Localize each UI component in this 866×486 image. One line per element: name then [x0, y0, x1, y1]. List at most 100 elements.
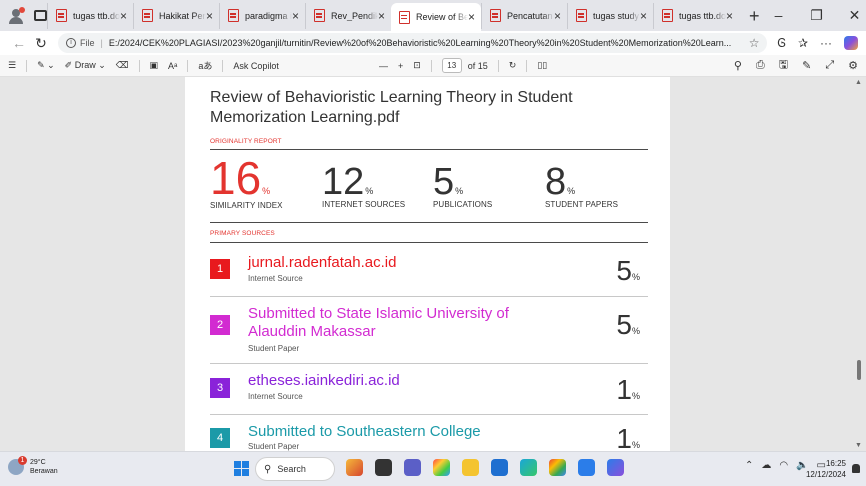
task-view-icon[interactable]: [375, 459, 392, 476]
settings-gear-icon[interactable]: ⚙: [848, 59, 858, 72]
scroll-up-arrow-icon[interactable]: ▲: [855, 79, 862, 86]
contents-icon[interactable]: ☰: [8, 60, 16, 71]
source-name-line1: Submitted to State Islamic University of: [248, 305, 509, 322]
address-bar[interactable]: i File | E:/2024/CEK%20PLAGIASI/2023%20g…: [58, 33, 768, 53]
date: 12/12/2024: [805, 470, 846, 479]
info-icon[interactable]: i: [66, 38, 76, 48]
browser-essentials-icon[interactable]: Ꮆ: [777, 36, 785, 51]
favorites-icon[interactable]: ✰: [798, 36, 808, 50]
taskbar-search[interactable]: ⚲ Search: [255, 457, 335, 481]
stat-percent: %: [455, 186, 464, 196]
page-number-input[interactable]: 13: [441, 58, 462, 73]
immersive-reader-icon[interactable]: aあ: [198, 59, 212, 72]
vertical-scrollbar[interactable]: ▲ ▼: [852, 77, 866, 451]
save-as-icon[interactable]: ✎: [802, 59, 811, 72]
tab-title: paradigma ilmu: [245, 10, 292, 21]
file-explorer-icon[interactable]: [462, 459, 479, 476]
erase-icon[interactable]: ⌫: [116, 60, 129, 71]
start-button[interactable]: [234, 461, 249, 476]
tab-title: Hakikat Pendidikan: [159, 10, 206, 21]
print-icon[interactable]: ⎙: [756, 59, 765, 72]
page-total: of 15: [467, 60, 488, 71]
tab-title: Rev_Pendikar: [331, 10, 378, 21]
tab[interactable]: tugas ttb.docx×: [47, 2, 133, 29]
mail-app-icon[interactable]: [578, 459, 595, 476]
clock[interactable]: 16:25 12/12/2024: [806, 458, 846, 480]
chrome-profile-app-icon[interactable]: [549, 459, 566, 476]
rotate-icon[interactable]: ↻: [509, 60, 517, 71]
window-controls: – ❐ ✕: [760, 7, 866, 24]
tab[interactable]: Hakikat Pendidikan×: [133, 2, 219, 29]
stat-label: STUDENT PAPERS: [545, 200, 619, 209]
chrome-app-icon[interactable]: [433, 459, 450, 476]
widgets-app-icon[interactable]: [346, 459, 363, 476]
source-type: Student Paper: [248, 442, 300, 451]
new-tab-button[interactable]: +: [749, 7, 760, 25]
more-menu-icon[interactable]: ···: [820, 36, 832, 50]
pdf-page: Review of Behavioristic Learning Theory …: [185, 77, 670, 451]
source-percent-sign: %: [631, 440, 640, 450]
add-text-icon[interactable]: ▣: [150, 60, 159, 71]
draw-button[interactable]: ✐ Draw ⌄: [65, 60, 106, 71]
minimize-button[interactable]: –: [760, 7, 798, 24]
source-percent-value: 5: [616, 255, 632, 286]
tab-title: Pencatutan fakta: [507, 10, 554, 21]
tab-close-icon[interactable]: ×: [726, 10, 733, 22]
zoom-in-button[interactable]: +: [398, 61, 403, 71]
wifi-icon[interactable]: ◠: [779, 460, 788, 471]
tab-active[interactable]: Review of Behavioristic×: [391, 3, 481, 31]
refresh-button[interactable]: ↻: [30, 35, 52, 52]
profile-avatar-icon[interactable]: [8, 6, 25, 24]
tab[interactable]: tugas study case×: [567, 2, 653, 29]
favorite-star-icon[interactable]: ☆: [749, 36, 760, 50]
weather-cloud-icon: [8, 456, 27, 475]
tab-actions-icon[interactable]: [34, 10, 47, 21]
close-window-button[interactable]: ✕: [836, 7, 866, 24]
text-size-button[interactable]: Aᵃ: [168, 61, 177, 71]
tab-close-icon[interactable]: ×: [640, 10, 647, 22]
tab-close-icon[interactable]: ×: [292, 10, 299, 22]
tab-close-icon[interactable]: ×: [378, 10, 385, 22]
pdf-toolbar-right: ⚲ ⎙ 🖫 ✎ ⤢ ⚙: [734, 56, 858, 75]
edge-app-icon[interactable]: [520, 459, 537, 476]
copilot-app-icon[interactable]: [607, 459, 624, 476]
teams-app-icon[interactable]: [404, 459, 421, 476]
save-icon[interactable]: 🖫: [779, 56, 788, 75]
tab-close-icon[interactable]: ×: [206, 10, 213, 22]
source-rank-badge: 3: [210, 378, 230, 398]
browser-actions: Ꮆ ✰ ···: [777, 36, 858, 51]
scrollbar-thumb[interactable]: [857, 360, 861, 380]
scroll-down-arrow-icon[interactable]: ▼: [855, 442, 862, 449]
weather-widget[interactable]: 29°C Berawan: [8, 456, 58, 476]
back-button[interactable]: ←: [8, 35, 30, 51]
tab[interactable]: paradigma ilmu×: [219, 2, 305, 29]
source-percent-sign: %: [631, 326, 640, 336]
find-icon[interactable]: ⚲: [734, 59, 742, 72]
notification-bell-icon[interactable]: [852, 464, 860, 473]
tray-overflow-icon[interactable]: ⌃: [745, 460, 753, 471]
onedrive-icon[interactable]: ☁: [761, 460, 771, 471]
copilot-icon[interactable]: [844, 36, 858, 50]
page-view-icon[interactable]: ▯▯: [537, 60, 547, 71]
store-app-icon[interactable]: [491, 459, 508, 476]
stat-value: 12: [322, 161, 365, 203]
stat-label: INTERNET SOURCES: [322, 200, 406, 209]
tab-close-icon[interactable]: ×: [120, 10, 127, 22]
url-text[interactable]: E:/2024/CEK%20PLAGIASI/2023%20ganjil/tur…: [109, 38, 743, 48]
fit-page-icon[interactable]: ⊡: [413, 60, 421, 71]
highlight-icon[interactable]: ✎ ⌄: [37, 60, 55, 71]
ask-copilot-button[interactable]: Ask Copilot: [233, 61, 279, 71]
restore-button[interactable]: ❐: [798, 7, 836, 24]
fullscreen-icon[interactable]: ⤢: [825, 59, 834, 72]
source-name: jurnal.radenfatah.ac.id: [248, 254, 397, 271]
source-name-line2: Alauddin Makassar: [248, 323, 376, 340]
tab[interactable]: Pencatutan fakta×: [481, 2, 567, 29]
tab[interactable]: Rev_Pendikar×: [305, 2, 391, 29]
source-percent-sign: %: [631, 272, 640, 282]
stat-label: SIMILARITY INDEX: [210, 201, 283, 210]
tab-close-icon[interactable]: ×: [468, 11, 475, 23]
tab-close-icon[interactable]: ×: [554, 10, 561, 22]
zoom-out-button[interactable]: —: [379, 61, 388, 71]
stat-percent: %: [262, 186, 271, 196]
tab[interactable]: tugas ttb.docx×: [653, 2, 739, 29]
